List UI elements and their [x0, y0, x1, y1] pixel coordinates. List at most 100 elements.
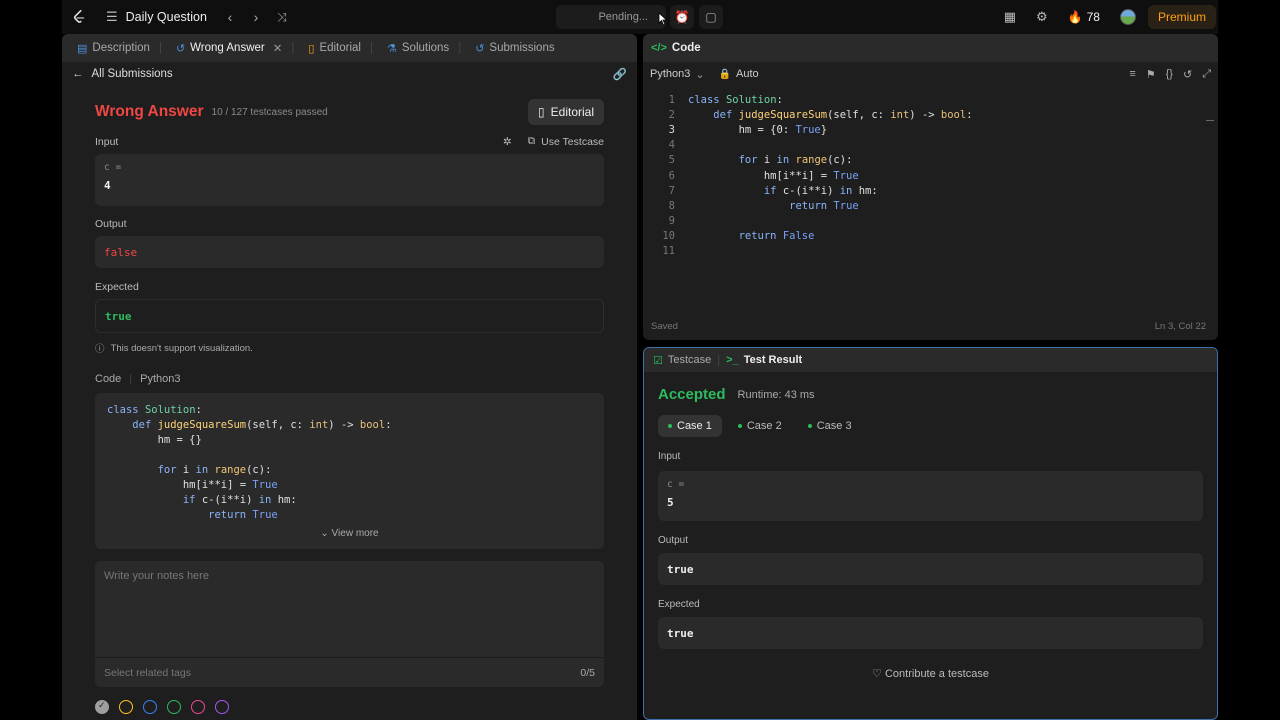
top-navbar: ☰ Daily Question ‹ › ⤨ Pending... ⏰ ▢ ▦ …: [62, 0, 1218, 34]
code-line: class Solution:: [107, 404, 202, 416]
tab-divider: |: [458, 42, 462, 54]
expand-icon[interactable]: ⤢: [1202, 68, 1211, 81]
note-icon[interactable]: ▢: [699, 5, 723, 29]
submit-status-button[interactable]: Pending...: [556, 5, 666, 29]
tab-test-result[interactable]: >_ Test Result: [726, 354, 802, 366]
bookmark-icon[interactable]: ⚑: [1146, 68, 1156, 81]
settings-gear-icon[interactable]: ⚙: [1036, 9, 1048, 25]
daily-question-label: Daily Question: [125, 10, 207, 24]
link-icon[interactable]: 🔗: [613, 67, 627, 81]
contribute-testcase-button[interactable]: ♡ Contribute a testcase: [658, 667, 1203, 680]
color-dot-pink[interactable]: [191, 700, 205, 714]
result-status: Accepted: [658, 386, 726, 403]
cursor-position: Ln 3, Col 22: [1154, 321, 1206, 332]
output-label: Output: [658, 535, 689, 546]
reset-icon[interactable]: ↺: [1183, 68, 1192, 81]
alarm-clock-icon[interactable]: ⏰: [670, 5, 694, 29]
tab-label: Testcase: [667, 354, 712, 366]
view-more-label: View more: [331, 528, 379, 539]
code-line: return True: [208, 509, 278, 521]
daily-question-link[interactable]: ☰ Daily Question: [106, 9, 207, 25]
copy-icon: ⧉: [527, 135, 536, 147]
color-dot-gray[interactable]: ✓: [95, 700, 109, 714]
list-icon: ☰: [106, 9, 118, 24]
format-lines-icon[interactable]: ≡: [1129, 68, 1135, 81]
debug-bug-icon[interactable]: ✲: [503, 136, 512, 148]
color-dot-purple[interactable]: [215, 700, 229, 714]
editor-line: 4: [668, 139, 675, 152]
tab-description[interactable]: ▤ Description |: [70, 34, 169, 62]
tags-selector[interactable]: Select related tags 0/5: [95, 657, 604, 687]
tab-divider: |: [158, 42, 162, 54]
pass-dot: [737, 424, 742, 428]
code-panel-title: Code: [671, 42, 701, 54]
arrow-left-icon: ←: [72, 68, 84, 80]
use-testcase-button[interactable]: ⧉ Use Testcase: [528, 135, 604, 148]
color-dot-blue[interactable]: [143, 700, 157, 714]
case-tab-1[interactable]: Case 1: [658, 415, 722, 437]
submitted-code-block: class Solution: def judgeSquareSum(self,…: [95, 393, 604, 549]
language-label: Python3: [650, 68, 691, 80]
user-avatar[interactable]: [1119, 9, 1136, 25]
all-submissions-link[interactable]: ← All Submissions: [72, 68, 173, 80]
output-box: true: [658, 553, 1203, 585]
layout-grid-icon[interactable]: ▦: [1004, 9, 1016, 25]
editor-line: 10 return False: [662, 230, 815, 243]
tab-wrong-answer[interactable]: ↺ Wrong Answer ✕ |: [169, 34, 301, 62]
left-tab-bar: ▤ Description | ↺ Wrong Answer ✕ | ▯ Edi…: [62, 34, 637, 62]
premium-button[interactable]: Premium: [1147, 5, 1216, 29]
next-question-icon[interactable]: ›: [249, 9, 263, 25]
tab-testcase[interactable]: ☑ Testcase: [653, 354, 711, 367]
code-editor[interactable]: 1 class Solution: 2 def judgeSquareSum(se…: [643, 92, 1218, 259]
runtime: Runtime: 43 ms: [737, 388, 815, 401]
code-line: def judgeSquareSum(self, c: int) -> bool…: [132, 419, 392, 431]
code-line: if c-(i**i) in hm:: [182, 494, 297, 506]
case-label: Case 1: [677, 420, 712, 432]
case-label: Case 3: [816, 420, 852, 432]
visualization-note: This doesn't support visualization.: [110, 342, 253, 354]
tags-count: 0/5: [580, 666, 595, 679]
language-select[interactable]: Python3 ⌄: [650, 68, 705, 81]
chevron-down-icon: ⌄: [320, 528, 329, 539]
color-dot-green[interactable]: [167, 700, 181, 714]
tab-label: Editorial: [319, 42, 361, 54]
braces-icon[interactable]: {}: [1166, 68, 1173, 81]
tab-editorial[interactable]: ▯ Editorial |: [301, 34, 380, 62]
streak-counter[interactable]: 🔥 78: [1068, 10, 1100, 24]
auto-mode-toggle[interactable]: 🔒 Auto: [719, 68, 759, 80]
status-label: Pending...: [598, 11, 648, 23]
notes-editor[interactable]: Write your notes here Select related tag…: [95, 561, 604, 687]
input-value: 5: [667, 496, 674, 509]
leetcode-logo-icon[interactable]: [70, 8, 88, 26]
case-tab-3[interactable]: Case 3: [798, 415, 862, 437]
flask-icon: ⚗: [387, 42, 397, 55]
code-line: hm = {}: [107, 434, 202, 446]
editor-line: 5 for i in range(c):: [668, 154, 853, 167]
tags-placeholder: Select related tags: [104, 666, 191, 679]
mouse-cursor-icon: [658, 12, 668, 26]
input-label: Input: [658, 451, 681, 462]
color-dot-yellow[interactable]: [119, 700, 133, 714]
pass-dot: [807, 424, 812, 428]
case-tab-2[interactable]: Case 2: [728, 415, 792, 437]
shuffle-icon[interactable]: ⤨: [275, 10, 289, 25]
tab-label: Description: [92, 42, 150, 54]
fire-icon: 🔥: [1067, 10, 1083, 24]
code-language: Python3: [140, 373, 181, 385]
tab-solutions[interactable]: ⚗ Solutions |: [380, 34, 468, 62]
code-icon: </>: [651, 42, 667, 54]
input-var: c =: [667, 479, 685, 490]
notes-placeholder: Write your notes here: [104, 570, 209, 582]
close-tab-icon[interactable]: ✕: [273, 41, 283, 55]
tab-label: Test Result: [743, 354, 803, 366]
prev-question-icon[interactable]: ‹: [223, 9, 237, 25]
description-icon: ▤: [77, 42, 88, 55]
pass-dot: [668, 424, 672, 428]
view-more-button[interactable]: ⌄ View more: [95, 528, 604, 539]
editorial-button[interactable]: ▯ Editorial: [528, 99, 604, 125]
expected-value: true: [667, 627, 694, 640]
tab-submissions[interactable]: ↺ Submissions: [468, 34, 561, 62]
input-box: c = 4: [95, 154, 604, 206]
editor-line: 7 if c-(i**i) in hm:: [668, 184, 878, 197]
